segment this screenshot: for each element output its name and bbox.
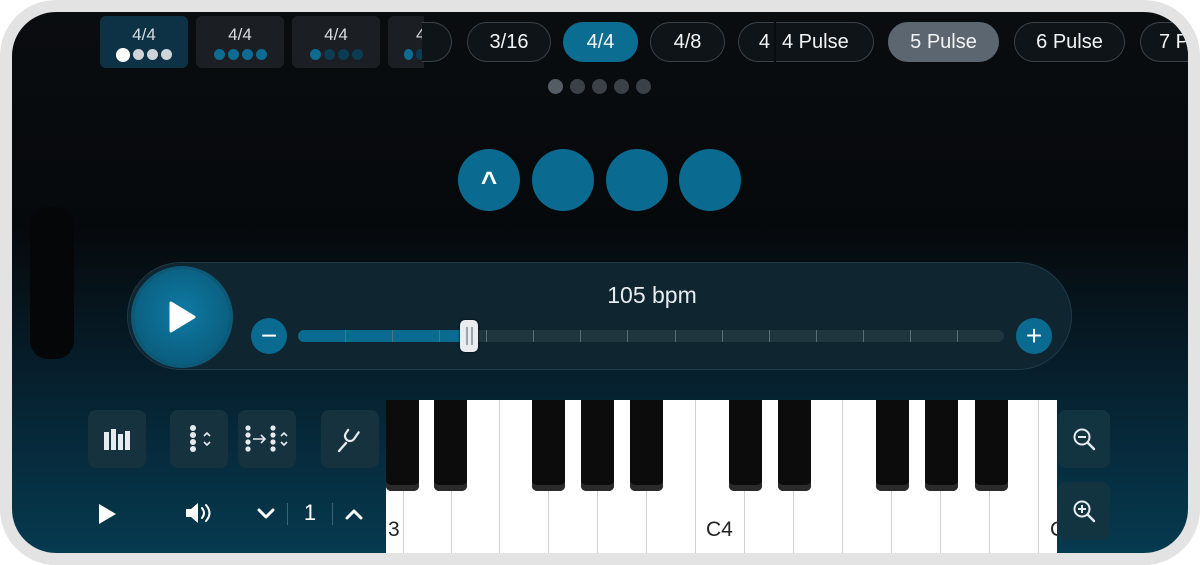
play-icon [169,301,196,333]
slider-tick [627,330,628,342]
beat-dots [100,48,188,62]
zoom-in-button[interactable] [1058,482,1110,540]
black-key[interactable] [876,400,909,491]
page-dot[interactable] [570,79,585,94]
beat-count-button[interactable] [170,410,228,468]
subdivide-button[interactable] [238,410,296,468]
black-key[interactable] [729,400,762,491]
tempo-slider-track[interactable] [298,330,1004,342]
key-label: 3 [388,518,400,541]
slider-tick [439,330,440,342]
volume-button[interactable] [182,498,216,528]
chevron-down-icon [257,508,275,519]
play-icon [99,504,116,524]
chevron-up-icon [345,509,363,520]
slider-tick [580,330,581,342]
subdivision-pill[interactable]: 4/8 [650,22,725,62]
key-label-c4: C4 [706,518,733,541]
slider-tick [533,330,534,342]
beat-dots [388,49,424,60]
time-signature-card[interactable]: 4/4 [196,16,284,68]
black-key[interactable] [630,400,663,491]
black-key[interactable] [434,400,467,491]
slider-tick [675,330,676,342]
subdivision-pill-selected[interactable]: 4/4 [563,22,638,62]
black-key[interactable] [532,400,565,491]
beat-count-icon [190,425,211,452]
tuner-button[interactable] [321,410,379,468]
play-small-button[interactable] [92,500,122,528]
black-key[interactable] [386,400,419,491]
page-dot[interactable] [614,79,629,94]
slider-tick [863,330,864,342]
subdivision-pill[interactable]: 3/16 [467,22,551,62]
zoom-in-icon [1073,500,1096,523]
slider-tick [392,330,393,342]
zoom-out-icon [1073,428,1096,451]
black-key[interactable] [778,400,811,491]
pulse-pill[interactable]: 6 Pulse [1014,22,1125,62]
increase-tempo-button[interactable]: + [1016,318,1052,354]
tempo-label: 105 bpm [607,282,697,308]
page-dot[interactable] [636,79,651,94]
pulse-pill-selected[interactable]: 5 Pulse [888,22,999,62]
octave-value: 1 [303,500,317,525]
beat-circle[interactable] [532,149,594,211]
page-dot-active[interactable] [548,79,563,94]
time-signature-card[interactable]: 4 [388,16,424,68]
tempo-slider-fill [298,330,467,342]
play-button[interactable] [134,269,230,365]
page-dot[interactable] [592,79,607,94]
minus-icon: − [260,320,278,351]
plus-icon: + [1025,320,1043,351]
time-signature-card[interactable]: 4/4 [292,16,380,68]
slider-tick [816,330,817,342]
piano-keyboard[interactable]: 3 C4 C [386,400,1057,553]
time-signature-label: 4/4 [324,25,348,44]
tuning-fork-icon [337,428,360,453]
tempo-slider-thumb[interactable] [460,320,478,352]
black-key[interactable] [975,400,1008,491]
library-button[interactable] [88,410,146,468]
beat-circle[interactable] [606,149,668,211]
time-signature-card[interactable]: 4/4 [100,16,188,68]
black-key[interactable] [581,400,614,491]
slider-tick [345,330,346,342]
time-signature-label: 4/4 [132,25,156,44]
divider [287,503,288,525]
subdivision-pill-partial[interactable] [422,22,452,62]
device-frame: 4/4 4/4 4/4 4 3/16 4/4 4/8 4 4 Pulse 5 P… [0,0,1200,565]
subdivision-pill[interactable]: 4 [738,22,774,62]
pulse-pill[interactable]: 4 Pulse [776,22,874,62]
time-signature-label: 4/4 [228,25,252,44]
accent-icon: ^ [480,166,498,197]
slider-tick [769,330,770,342]
slider-tick [910,330,911,342]
slider-tick [722,330,723,342]
beat-circle-accent[interactable]: ^ [458,149,520,211]
side-handle [30,207,74,359]
beat-dots [292,49,380,60]
speaker-icon [186,503,211,523]
beat-circle[interactable] [679,149,741,211]
divider [332,503,333,525]
subdivide-icon [245,425,288,452]
octave-up-button[interactable] [340,500,368,528]
black-key[interactable] [925,400,958,491]
decrease-tempo-button[interactable]: − [251,318,287,354]
zoom-out-button[interactable] [1058,410,1110,468]
beat-dots [196,49,284,60]
key-label: C [1050,518,1057,542]
slider-tick [957,330,958,342]
octave-down-button[interactable] [252,500,280,528]
pulse-pill[interactable]: 7 P [1140,22,1188,62]
slider-tick [486,330,487,342]
library-icon [104,429,130,450]
